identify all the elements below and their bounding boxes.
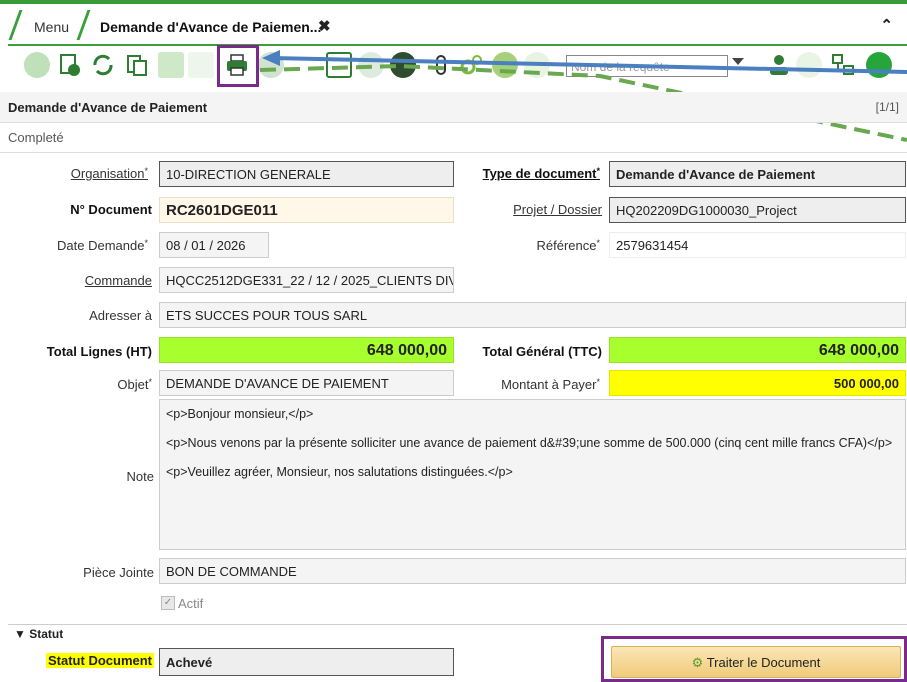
gears-icon: ⚙: [691, 655, 704, 670]
commande-label[interactable]: Commande: [40, 273, 152, 288]
note-line: <p>Bonjour monsieur,</p>: [166, 407, 314, 421]
note-line: <p>Nous venons par la présente sollicite…: [166, 436, 893, 450]
record-navigation[interactable]: [1/1]: [876, 100, 899, 114]
montant-label-text: Montant à Payer: [501, 377, 597, 392]
adresser-field[interactable]: ETS SUCCES POUR TOUS SARL: [159, 302, 906, 328]
commande-field[interactable]: HQCC2512DGE331_22 / 12 / 2025_CLIENTS DI…: [159, 267, 454, 293]
total-general-field[interactable]: 648 000,00: [609, 337, 906, 363]
statut-document-field[interactable]: Achevé: [159, 648, 454, 676]
type-document-field[interactable]: Demande d'Avance de Paiement: [609, 161, 906, 187]
reference-field[interactable]: 2579631454: [609, 232, 906, 258]
total-lignes-field[interactable]: 648 000,00: [159, 337, 454, 363]
date-demande-label-text: Date Demande: [57, 238, 145, 253]
organisation-label[interactable]: Organisation*: [40, 166, 148, 181]
statut-section-toggle[interactable]: ▼ Statut: [14, 627, 63, 641]
date-demande-label: Date Demande*: [57, 238, 148, 253]
type-document-label-text: Type de document: [482, 166, 597, 181]
page-title: Demande d'Avance de Paiement: [8, 100, 208, 115]
divider: [0, 152, 907, 153]
montant-label: Montant à Payer*: [501, 377, 600, 392]
process-document-label: Traiter le Document: [706, 655, 821, 670]
note-label: Note: [126, 469, 154, 484]
actif-checkbox[interactable]: ✓: [161, 596, 175, 610]
actif-label: Actif: [178, 596, 204, 611]
note-textarea[interactable]: <p>Bonjour monsieur,</p> <p>Nous venons …: [159, 399, 906, 550]
date-demande-field[interactable]: 08 / 01 / 2026: [159, 232, 269, 258]
adresser-label: Adresser à: [89, 308, 152, 323]
annotation-arrows: [259, 50, 907, 142]
statut-section-label: Statut: [29, 627, 64, 641]
note-line: <p>Veuillez agréer, Monsieur, nos saluta…: [166, 465, 513, 479]
reference-label: Référence*: [536, 238, 601, 253]
projet-dossier-label[interactable]: Projet / Dossier: [470, 202, 602, 217]
objet-label-text: Objet: [117, 377, 149, 392]
statut-document-label: Statut Document: [46, 653, 154, 668]
numero-document-field[interactable]: RC2601DGE011: [159, 197, 454, 223]
piece-jointe-field[interactable]: BON DE COMMANDE: [159, 558, 906, 584]
type-document-label[interactable]: Type de document*: [460, 166, 600, 181]
status-text: Completé: [8, 130, 64, 145]
reference-label-text: Référence: [536, 238, 597, 253]
organisation-label-text: Organisation: [70, 166, 145, 181]
objet-label: Objet*: [117, 377, 152, 392]
piece-jointe-label: Pièce Jointe: [83, 565, 154, 580]
total-general-label: Total Général (TTC): [482, 344, 602, 359]
blue-arrow-head: [262, 50, 280, 66]
total-lignes-label: Total Lignes (HT): [46, 344, 152, 359]
objet-field[interactable]: DEMANDE D'AVANCE DE PAIEMENT: [159, 370, 454, 396]
process-document-button[interactable]: ⚙ Traiter le Document: [611, 646, 901, 678]
organisation-field[interactable]: 10-DIRECTION GENERALE: [159, 161, 454, 187]
document-header: Demande d'Avance de Paiement [1/1]: [0, 92, 907, 123]
numero-document-label: N° Document: [70, 202, 152, 217]
montant-payer-field[interactable]: 500 000,00: [609, 370, 906, 396]
projet-dossier-field[interactable]: HQ202209DG1000030_Project: [609, 197, 906, 223]
